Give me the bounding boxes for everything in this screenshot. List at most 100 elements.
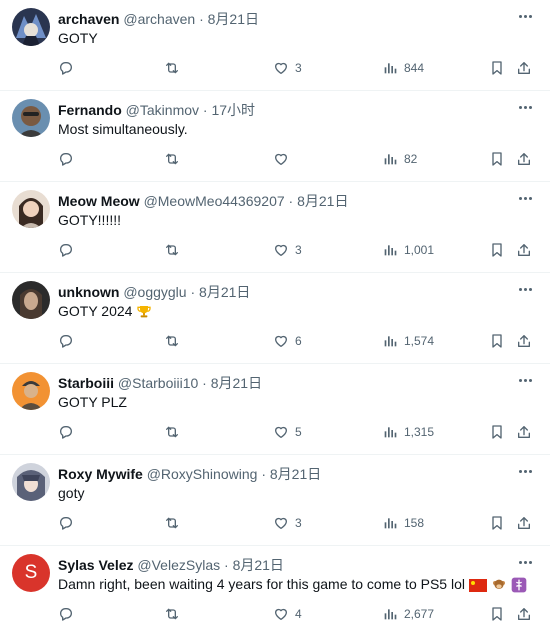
- handle[interactable]: @VelezSylas: [137, 557, 220, 573]
- views-button[interactable]: 844: [382, 58, 424, 78]
- more-icon[interactable]: [514, 280, 536, 298]
- timestamp[interactable]: 8月21日: [270, 466, 321, 482]
- more-icon[interactable]: [514, 189, 536, 207]
- retweet-icon: [166, 62, 178, 74]
- handle[interactable]: @archaven: [123, 11, 195, 27]
- views-icon: [384, 609, 397, 620]
- retweet-button[interactable]: [164, 58, 186, 78]
- avatar[interactable]: [12, 372, 50, 410]
- avatar[interactable]: [12, 99, 50, 137]
- reply-icon: [60, 517, 72, 530]
- tweet-header: unknown @oggyglu · 8月21日: [58, 282, 250, 302]
- share-button[interactable]: [516, 604, 532, 624]
- bookmark-button[interactable]: [489, 240, 505, 260]
- tweet[interactable]: Fernando @Takinmov · 17小时 Most simultane…: [0, 91, 550, 182]
- handle[interactable]: @oggyglu: [123, 284, 186, 300]
- like-button[interactable]: 4: [273, 604, 302, 624]
- retweet-button[interactable]: [164, 422, 186, 442]
- views-button[interactable]: 1,574: [382, 331, 434, 351]
- tweet[interactable]: Roxy Mywife @RoxyShinowing · 8月21日 goty …: [0, 455, 550, 546]
- reply-button[interactable]: [58, 58, 80, 78]
- bookmark-button[interactable]: [489, 422, 505, 442]
- avatar[interactable]: [12, 190, 50, 228]
- bookmark-button[interactable]: [489, 604, 505, 624]
- display-name[interactable]: Roxy Mywife: [58, 466, 143, 482]
- timestamp[interactable]: 8月21日: [199, 284, 250, 300]
- display-name[interactable]: Starboiii: [58, 375, 114, 391]
- tweet-text: GOTY 2024: [58, 303, 133, 319]
- retweet-button[interactable]: [164, 149, 186, 169]
- views-icon: [384, 245, 397, 256]
- retweet-button[interactable]: [164, 331, 186, 351]
- action-bar: 4 2,677: [58, 604, 538, 624]
- share-button[interactable]: [516, 58, 532, 78]
- bookmark-button[interactable]: [489, 149, 505, 169]
- views-button[interactable]: 1,315: [382, 422, 434, 442]
- share-button[interactable]: [516, 422, 532, 442]
- reply-button[interactable]: [58, 604, 80, 624]
- tweet-text: Most simultaneously.: [58, 121, 188, 137]
- timestamp[interactable]: 8月21日: [211, 375, 262, 391]
- more-icon[interactable]: [514, 7, 536, 25]
- views-button[interactable]: 1,001: [382, 240, 434, 260]
- handle[interactable]: @RoxyShinowing: [147, 466, 258, 482]
- handle[interactable]: @Starboiii10: [118, 375, 198, 391]
- display-name[interactable]: Meow Meow: [58, 193, 140, 209]
- tweet[interactable]: S Sylas Velez @VelezSylas · 8月21日 Damn r…: [0, 546, 550, 637]
- share-button[interactable]: [516, 331, 532, 351]
- tweet[interactable]: Starboiii @Starboiii10 · 8月21日 GOTY PLZ …: [0, 364, 550, 455]
- like-button[interactable]: 3: [273, 58, 302, 78]
- reply-button[interactable]: [58, 422, 80, 442]
- bookmark-button[interactable]: [489, 513, 505, 533]
- share-button[interactable]: [516, 240, 532, 260]
- display-name[interactable]: Fernando: [58, 102, 122, 118]
- reply-button[interactable]: [58, 513, 80, 533]
- reply-button[interactable]: [58, 149, 80, 169]
- more-icon[interactable]: [514, 371, 536, 389]
- tweet[interactable]: archaven @archaven · 8月21日 GOTY 3 844: [0, 0, 550, 91]
- retweet-button[interactable]: [164, 240, 186, 260]
- heart-icon: [275, 62, 287, 74]
- heart-icon: [275, 517, 287, 529]
- avatar[interactable]: [12, 281, 50, 319]
- timestamp[interactable]: 17小时: [211, 102, 255, 118]
- views-button[interactable]: 82: [382, 149, 417, 169]
- like-button[interactable]: [273, 149, 295, 169]
- views-icon: [384, 336, 397, 347]
- like-button[interactable]: 5: [273, 422, 302, 442]
- handle[interactable]: @MeowMeo44369207: [144, 193, 285, 209]
- retweet-button[interactable]: [164, 513, 186, 533]
- tweet[interactable]: unknown @oggyglu · 8月21日 GOTY 2024 6 1,5…: [0, 273, 550, 364]
- more-icon[interactable]: [514, 462, 536, 480]
- display-name[interactable]: archaven: [58, 11, 119, 27]
- bookmark-button[interactable]: [489, 58, 505, 78]
- separator: ·: [261, 466, 266, 482]
- avatar[interactable]: [12, 8, 50, 46]
- timestamp[interactable]: 8月21日: [208, 11, 259, 27]
- retweet-button[interactable]: [164, 604, 186, 624]
- retweet-icon: [166, 608, 178, 620]
- display-name[interactable]: Sylas Velez: [58, 557, 134, 573]
- handle[interactable]: @Takinmov: [126, 102, 199, 118]
- like-button[interactable]: 6: [273, 331, 302, 351]
- display-name[interactable]: unknown: [58, 284, 119, 300]
- like-count: 3: [295, 516, 302, 530]
- like-button[interactable]: 3: [273, 240, 302, 260]
- tweet-text: GOTY: [58, 30, 98, 46]
- more-icon[interactable]: [514, 553, 536, 571]
- bookmark-button[interactable]: [489, 331, 505, 351]
- views-button[interactable]: 158: [382, 513, 424, 533]
- reply-button[interactable]: [58, 240, 80, 260]
- share-button[interactable]: [516, 149, 532, 169]
- avatar[interactable]: S: [12, 554, 50, 592]
- like-button[interactable]: 3: [273, 513, 302, 533]
- views-button[interactable]: 2,677: [382, 604, 434, 624]
- avatar[interactable]: [12, 463, 50, 501]
- reply-button[interactable]: [58, 331, 80, 351]
- more-icon[interactable]: [514, 98, 536, 116]
- tweet[interactable]: Meow Meow @MeowMeo44369207 · 8月21日 GOTY!…: [0, 182, 550, 273]
- bookmark-icon: [492, 607, 502, 621]
- timestamp[interactable]: 8月21日: [297, 193, 348, 209]
- share-button[interactable]: [516, 513, 532, 533]
- timestamp[interactable]: 8月21日: [233, 557, 284, 573]
